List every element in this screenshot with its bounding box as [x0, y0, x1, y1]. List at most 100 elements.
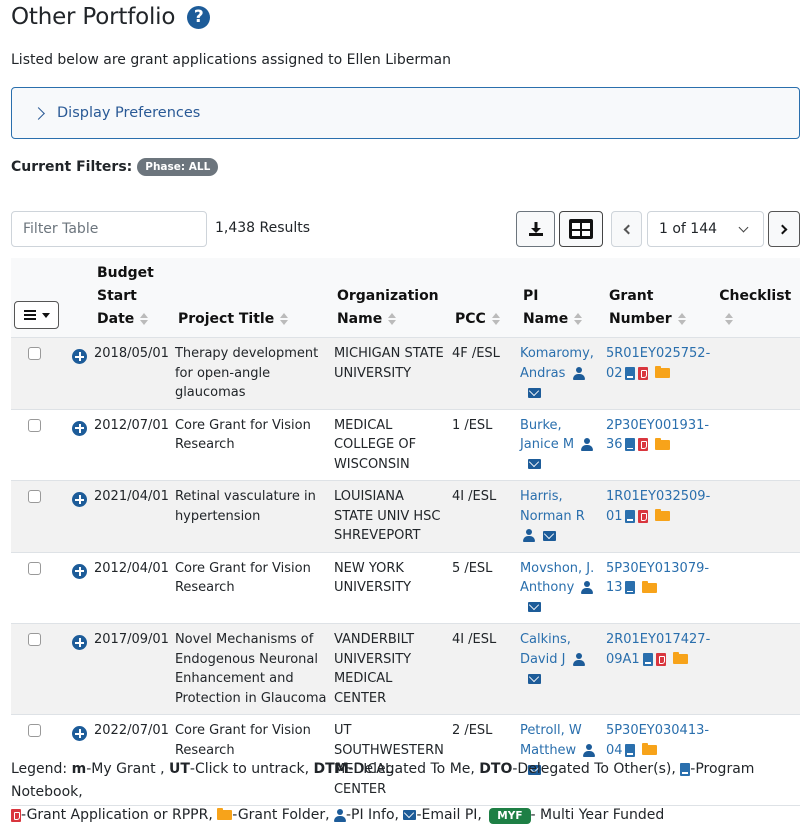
- grant-cell: 2P30EY001931- 36: [602, 409, 714, 481]
- table-view-button[interactable]: [559, 211, 603, 247]
- grant-cell: 5R01EY025752- 02: [602, 337, 714, 410]
- folder-icon[interactable]: [655, 437, 671, 450]
- row-checkbox[interactable]: [28, 347, 41, 360]
- filter-badge-phase: Phase: ALL: [137, 158, 219, 176]
- pdf-icon[interactable]: [638, 366, 649, 380]
- envelope-icon[interactable]: [527, 673, 541, 684]
- notebook-icon[interactable]: [625, 366, 636, 380]
- envelope-icon[interactable]: [527, 459, 541, 469]
- pcc: 4F /ESL: [448, 337, 517, 410]
- page-title: Other Portfolio ?: [11, 4, 211, 30]
- expand-cell: [65, 623, 91, 715]
- caret-down-icon: [41, 312, 50, 318]
- table-row: 2018/05/01 Therapy development for open-…: [11, 337, 800, 410]
- page-select[interactable]: 1 of 144: [647, 211, 764, 247]
- expand-row-plus-icon[interactable]: [72, 635, 87, 650]
- user-icon[interactable]: [572, 652, 585, 666]
- pdf-icon[interactable]: [638, 509, 649, 523]
- expand-cell: [65, 552, 91, 624]
- expand-cell: [65, 337, 91, 410]
- folder-icon[interactable]: [672, 652, 688, 664]
- row-checkbox[interactable]: [28, 633, 41, 646]
- table-grid-icon: [569, 219, 593, 239]
- expand-cell: [65, 409, 91, 481]
- sort-icon: [140, 313, 149, 325]
- user-icon[interactable]: [581, 438, 594, 451]
- expand-row-plus-icon[interactable]: [72, 349, 87, 364]
- notebook-icon[interactable]: [625, 581, 636, 594]
- row-checkbox[interactable]: [28, 490, 41, 503]
- question-circle-icon[interactable]: ?: [187, 5, 211, 29]
- filter-table-input[interactable]: [11, 211, 207, 247]
- pi-name-link[interactable]: Petroll, W Matthew: [520, 723, 582, 758]
- sort-icon: [491, 313, 500, 325]
- column-header-project-title[interactable]: Project Title: [171, 258, 331, 338]
- notebook-icon[interactable]: [625, 743, 636, 757]
- next-page-button[interactable]: [768, 211, 800, 247]
- folder-icon[interactable]: [642, 743, 658, 755]
- pi-name-link[interactable]: Calkins, David J: [520, 632, 571, 667]
- folder-icon[interactable]: [655, 509, 671, 521]
- folder-icon[interactable]: [642, 580, 658, 593]
- pcc: 5 /ESL: [448, 552, 517, 624]
- notebook-icon: [680, 762, 691, 776]
- pdf-icon[interactable]: [638, 438, 649, 451]
- folder-icon[interactable]: [655, 366, 671, 378]
- row-checkbox[interactable]: [28, 724, 41, 737]
- expand-row-plus-icon[interactable]: [72, 492, 87, 507]
- notebook-icon[interactable]: [625, 438, 636, 451]
- expand-row-plus-icon[interactable]: [72, 563, 87, 579]
- download-button[interactable]: [516, 211, 555, 247]
- envelope-icon[interactable]: [527, 387, 541, 398]
- notebook-icon[interactable]: [625, 509, 636, 523]
- pi-cell: Calkins, David J: [516, 623, 603, 715]
- row-checkbox[interactable]: [28, 418, 41, 432]
- user-icon: [333, 808, 346, 822]
- grants-table: Budget Start Date Project Title Organiza…: [11, 258, 800, 806]
- row-checkbox[interactable]: [28, 561, 41, 575]
- select-cell: [11, 480, 65, 553]
- results-count: 1,438 Results: [215, 220, 311, 236]
- project-title: Novel Mechanisms of Endogenous Neuronal …: [171, 623, 331, 715]
- page-title-text: Other Portfolio: [11, 4, 176, 30]
- column-header-grant-number[interactable]: Grant Number: [602, 258, 714, 338]
- column-header-pcc[interactable]: PCC: [448, 258, 517, 338]
- grant-number-link[interactable]: 5P30EY013079- 13: [606, 561, 709, 596]
- legend: Legend: m-My Grant , UT-Click to untrack…: [11, 761, 755, 824]
- table-row: 2012/04/01 Core Grant for Vision Researc…: [11, 552, 800, 624]
- user-icon[interactable]: [583, 743, 596, 757]
- chevron-left-icon: [623, 224, 633, 234]
- column-header-budget-start-date[interactable]: Budget Start Date: [91, 258, 172, 338]
- current-filters-label: Current Filters:: [11, 159, 133, 175]
- user-icon[interactable]: [522, 529, 535, 542]
- myf-badge: MYF: [489, 808, 531, 824]
- pdf-icon[interactable]: [655, 652, 666, 666]
- page-subtitle: Listed below are grant applications assi…: [11, 52, 451, 68]
- previous-page-button[interactable]: [611, 211, 642, 247]
- sort-icon: [574, 313, 583, 325]
- current-filters: Current Filters: Phase: ALL: [11, 158, 219, 176]
- column-header-checklist[interactable]: Checklist: [713, 258, 800, 338]
- pi-name-link[interactable]: Harris, Norman R: [520, 489, 585, 524]
- project-title: Retinal vasculature in hypertension: [171, 480, 331, 553]
- envelope-icon[interactable]: [542, 530, 556, 541]
- user-icon[interactable]: [581, 581, 594, 594]
- display-preferences-toggle[interactable]: Display Preferences: [11, 87, 800, 139]
- grant-number-link[interactable]: 5P30EY030413- 04: [606, 723, 709, 758]
- grant-cell: 5P30EY013079- 13: [602, 552, 714, 624]
- chevron-right-icon: [32, 106, 45, 120]
- envelope-icon[interactable]: [527, 602, 541, 612]
- column-header-organization-name[interactable]: Organization Name: [330, 258, 449, 338]
- pcc: 4I /ESL: [448, 480, 517, 553]
- column-header-pi-name[interactable]: PI Name: [516, 258, 603, 338]
- table-row: 2012/07/01 Core Grant for Vision Researc…: [11, 409, 800, 481]
- expand-row-plus-icon[interactable]: [72, 726, 87, 741]
- notebook-icon[interactable]: [642, 652, 653, 666]
- expand-row-plus-icon[interactable]: [72, 420, 87, 436]
- pi-cell: Komaromy, Andras: [516, 337, 603, 410]
- pi-name-link[interactable]: Burke, Janice M: [520, 418, 574, 453]
- user-icon[interactable]: [572, 366, 585, 380]
- grant-cell: 1R01EY032509- 01: [602, 480, 714, 553]
- column-menu-button[interactable]: [14, 301, 59, 329]
- organization-name: VANDERBILT UNIVERSITY MEDICAL CENTER: [330, 623, 449, 715]
